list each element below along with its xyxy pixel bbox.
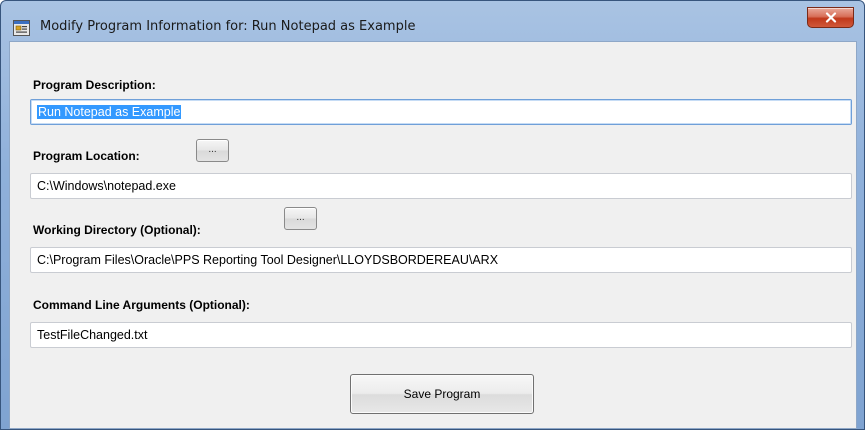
program-description-label: Program Description: [33, 78, 156, 92]
command-line-arguments-input[interactable]: TestFileChanged.txt [30, 322, 852, 348]
program-location-input[interactable]: C:\Windows\notepad.exe [30, 173, 852, 199]
working-directory-label: Working Directory (Optional): [33, 223, 201, 237]
close-icon [825, 12, 836, 23]
program-description-input[interactable]: Run Notepad as Example [30, 99, 852, 125]
window-title: Modify Program Information for: Run Note… [40, 19, 416, 34]
form-panel: Program Description: Run Notepad as Exam… [9, 41, 857, 429]
working-directory-input[interactable]: C:\Program Files\Oracle\PPS Reporting To… [30, 247, 852, 273]
program-window-icon [13, 20, 30, 36]
command-line-arguments-label: Command Line Arguments (Optional): [33, 298, 250, 312]
working-directory-browse-button[interactable]: ... [284, 207, 317, 230]
program-location-browse-button[interactable]: ... [196, 139, 229, 162]
selected-text: Run Notepad as Example [37, 105, 182, 119]
close-button[interactable] [807, 7, 854, 28]
dialog-window: Modify Program Information for: Run Note… [0, 0, 865, 430]
save-program-button[interactable]: Save Program [350, 374, 534, 414]
program-location-label: Program Location: [33, 149, 140, 163]
title-bar[interactable]: Modify Program Information for: Run Note… [1, 1, 864, 41]
